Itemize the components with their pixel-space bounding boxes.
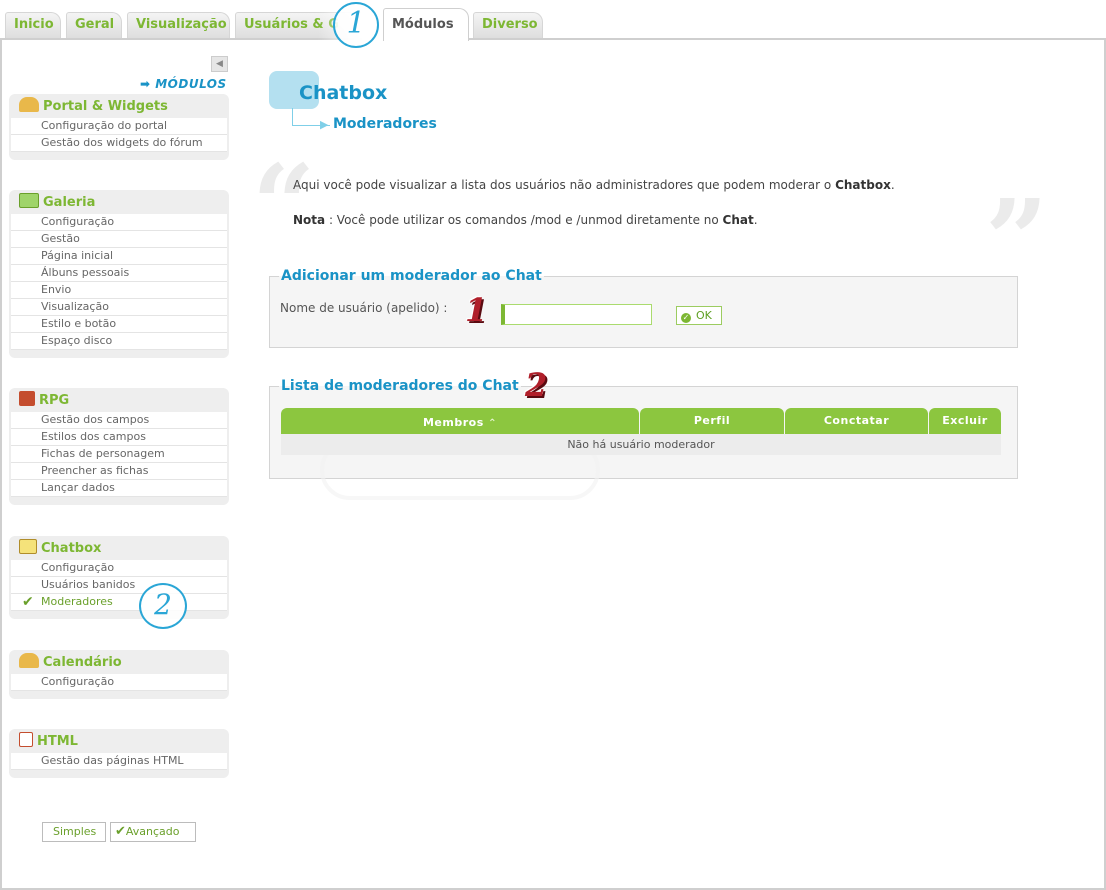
advanced-mode-label: Avançado [125, 825, 180, 838]
collapse-sidebar-button[interactable]: ◀ [211, 56, 228, 72]
menu-item-moderadores[interactable]: ✔ Moderadores [11, 594, 227, 611]
column-header-excluir: Excluir [929, 408, 1001, 434]
simple-mode-button[interactable]: Simples [42, 822, 106, 842]
menu-header[interactable]: RPG [11, 388, 227, 412]
arrow-right-icon: ▶ [320, 118, 329, 131]
tab-modulos[interactable]: Módulos [383, 8, 469, 41]
house-icon [19, 97, 39, 112]
menu-title: Chatbox [41, 541, 102, 556]
menu-item-configuracao[interactable]: Configuração [11, 674, 227, 691]
menu-title: Portal & Widgets [43, 99, 168, 114]
open-quote-icon: “ [252, 140, 316, 269]
moderators-list-legend: Lista de moderadores do Chat [281, 378, 519, 394]
menu-item-gestao-campos[interactable]: Gestão dos campos [11, 412, 227, 429]
sort-up-icon: ⌃ [488, 418, 497, 429]
checkmark-icon: ✔ [22, 594, 34, 610]
menu-item-gestao-paginas-html[interactable]: Gestão das páginas HTML [11, 753, 227, 770]
photos-icon [19, 193, 39, 208]
step-number-1: 1 [465, 291, 488, 329]
menu-item-espaco-disco[interactable]: Espaço disco [11, 333, 227, 350]
check-circle-icon: ✓ [681, 312, 691, 323]
note-text: Nota : Você pode utilizar os comandos /m… [293, 213, 758, 227]
menu-item-estilos-campos[interactable]: Estilos dos campos [11, 429, 227, 446]
username-label: Nome de usuário (apelido) : [280, 301, 448, 315]
menu-item-albuns-pessoais[interactable]: Álbuns pessoais [11, 265, 227, 282]
ok-button[interactable]: ✓ OK [676, 306, 722, 325]
menu-header[interactable]: HTML [11, 729, 227, 753]
empty-list-message: Não há usuário moderador [281, 434, 1001, 455]
menu-item-usuarios-banidos[interactable]: Usuários banidos [11, 577, 227, 594]
menu-header[interactable]: Galeria [11, 190, 227, 214]
menu-title: Calendário [43, 655, 122, 670]
menu-header[interactable]: Portal & Widgets [11, 94, 227, 118]
menu-item-fichas-personagem[interactable]: Fichas de personagem [11, 446, 227, 463]
menu-item-gestao[interactable]: Gestão [11, 231, 227, 248]
menu-item-lancar-dados[interactable]: Lançar dados [11, 480, 227, 497]
top-tab-bar: Inicio Geral Visualização Usuários & G M… [0, 0, 1106, 41]
menu-header[interactable]: Calendário [11, 650, 227, 674]
tab-diverso[interactable]: Diverso [473, 12, 543, 40]
menu-galeria: Galeria Configuração Gestão Página inici… [9, 190, 229, 358]
ok-label: OK [696, 308, 712, 322]
menu-item-label: Moderadores [41, 595, 113, 608]
menu-title: HTML [37, 734, 78, 749]
tab-visualizacao[interactable]: Visualização [127, 12, 230, 40]
advanced-mode-button[interactable]: ✔Avançado [110, 822, 196, 842]
menu-chatbox: Chatbox Configuração Usuários banidos ✔ … [9, 536, 229, 619]
add-moderator-legend: Adicionar um moderador ao Chat [281, 268, 542, 284]
column-header-perfil: Perfil [640, 408, 784, 434]
menu-item-gestao-widgets[interactable]: Gestão dos widgets do fórum [11, 135, 227, 152]
menu-header[interactable]: Chatbox [11, 536, 227, 560]
menu-rpg: RPG Gestão dos campos Estilos dos campos… [9, 388, 229, 505]
menu-item-envio[interactable]: Envio [11, 282, 227, 299]
column-header-membros[interactable]: Membros ⌃ [281, 408, 639, 434]
menu-item-configuracao[interactable]: Configuração [11, 560, 227, 577]
page-subtitle: Moderadores [333, 116, 437, 132]
menu-item-configuracao-portal[interactable]: Configuração do portal [11, 118, 227, 135]
menu-title: Galeria [43, 195, 96, 210]
menu-item-pagina-inicial[interactable]: Página inicial [11, 248, 227, 265]
house-icon [19, 653, 39, 668]
modules-link[interactable]: ➡ MÓDULOS [140, 77, 227, 91]
page-title: Chatbox [299, 82, 388, 104]
callout-tab-modulos: 1 [333, 2, 379, 48]
menu-item-configuracao[interactable]: Configuração [11, 214, 227, 231]
menu-item-visualizacao[interactable]: Visualização [11, 299, 227, 316]
menu-portal-widgets: Portal & Widgets Configuração do portal … [9, 94, 229, 160]
username-input[interactable] [501, 304, 652, 325]
intro-text: Aqui você pode visualizar a lista dos us… [293, 178, 895, 192]
checkmark-icon: ✔ [115, 824, 126, 839]
callout-sidebar-moderadores: 2 [139, 583, 187, 629]
menu-title: RPG [39, 393, 70, 408]
menu-html: HTML Gestão das páginas HTML [9, 729, 229, 778]
column-header-contatar: Conctatar [785, 408, 928, 434]
tab-geral[interactable]: Geral [66, 12, 122, 40]
html-page-icon [19, 732, 33, 747]
dice-icon [19, 391, 35, 406]
tab-inicio[interactable]: Inicio [5, 12, 61, 40]
step-number-2: 2 [525, 366, 548, 404]
menu-calendario: Calendário Configuração [9, 650, 229, 699]
menu-item-preencher-fichas[interactable]: Preencher as fichas [11, 463, 227, 480]
chat-icon [19, 539, 37, 554]
menu-item-estilo-botao[interactable]: Estilo e botão [11, 316, 227, 333]
